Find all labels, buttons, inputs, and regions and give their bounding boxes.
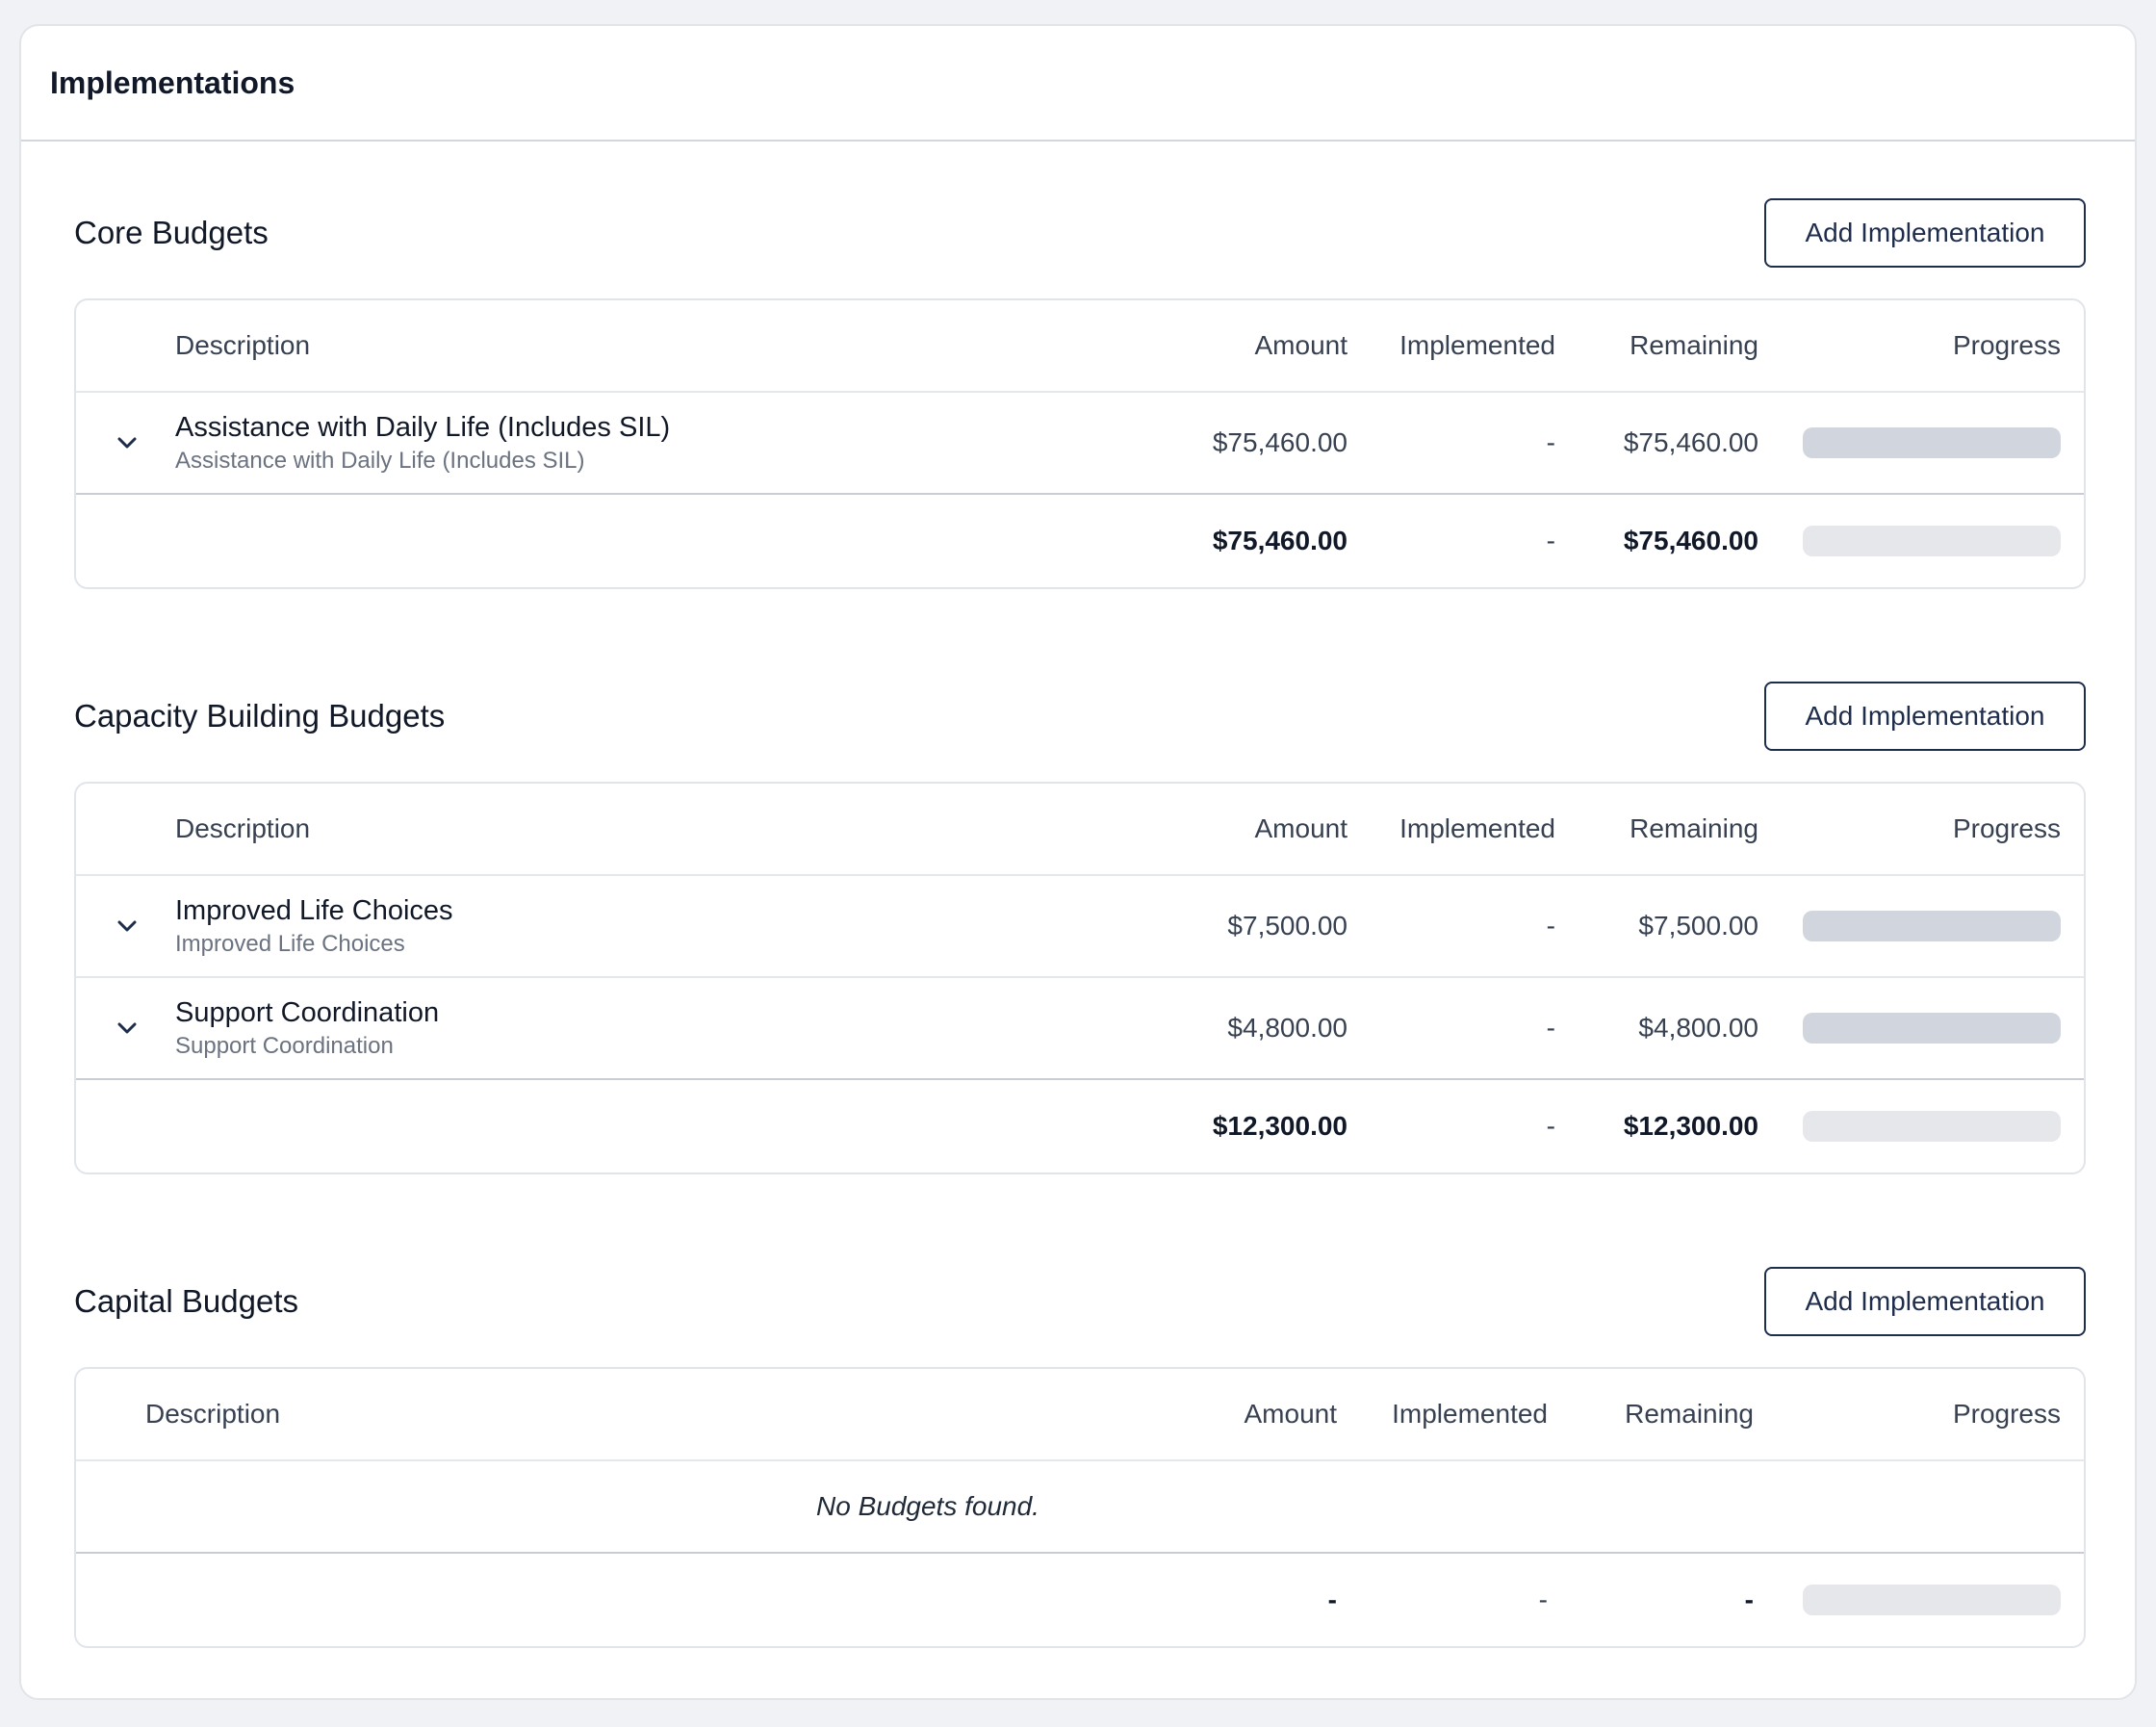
section-title: Capital Budgets (74, 1283, 298, 1319)
card-header: Implementations (21, 26, 2135, 142)
table-header: Description Amount Implemented Remaining… (76, 784, 2084, 876)
total-progress-cell (1803, 1554, 2061, 1646)
implementations-card: Implementations Core Budgets Add Impleme… (19, 24, 2137, 1700)
column-header-amount[interactable]: Amount (1255, 784, 1348, 874)
progress-bar (1803, 911, 2061, 941)
budgets-table-capacity: Description Amount Implemented Remaining… (74, 782, 2086, 1174)
row-description: Assistance with Daily Life (Includes SIL… (175, 393, 670, 493)
column-header-implemented[interactable]: Implemented (1399, 784, 1555, 874)
remaining-value: $4,800.00 (1638, 1013, 1758, 1043)
remaining-value: $7,500.00 (1638, 911, 1758, 941)
table-row[interactable]: Support Coordination Support Coordinatio… (76, 978, 2084, 1080)
chevron-down-icon[interactable] (113, 876, 141, 976)
total-amount: $12,300.00 (1212, 1111, 1348, 1141)
add-implementation-button[interactable]: Add Implementation (1764, 682, 2086, 751)
budgets-table-capital: Description Amount Implemented Remaining… (74, 1367, 2086, 1648)
progress-bar (1803, 427, 2061, 458)
total-remaining: - (1744, 1585, 1754, 1614)
budget-subtitle: Assistance with Daily Life (Includes SIL… (175, 448, 585, 474)
total-progress-cell (1803, 495, 2061, 587)
budget-subtitle: Support Coordination (175, 1033, 394, 1059)
column-header-remaining[interactable]: Remaining (1625, 1369, 1754, 1459)
add-implementation-button[interactable]: Add Implementation (1764, 198, 2086, 268)
total-progress-cell (1803, 1080, 2061, 1173)
section-title: Capacity Building Budgets (74, 698, 446, 734)
column-header-description: Description (145, 1399, 281, 1429)
implemented-value: - (1546, 1013, 1555, 1043)
total-progress-bar (1803, 526, 2061, 556)
column-header-progress: Progress (1952, 1399, 2061, 1429)
total-progress-bar (1803, 1585, 2061, 1615)
budget-name: Assistance with Daily Life (Includes SIL… (175, 412, 671, 443)
table-row[interactable]: Assistance with Daily Life (Includes SIL… (76, 393, 2084, 495)
section-header-capacity: Capacity Building Budgets Add Implementa… (74, 681, 2086, 752)
total-implemented: - (1546, 526, 1555, 555)
empty-message: No Budgets found. (816, 1491, 1040, 1521)
table-row[interactable]: Improved Life Choices Improved Life Choi… (76, 876, 2084, 978)
implemented-value: - (1546, 911, 1555, 941)
column-header-amount[interactable]: Amount (1255, 300, 1348, 391)
column-header-implemented[interactable]: Implemented (1392, 1369, 1548, 1459)
totals-row: $12,300.00 - $12,300.00 (76, 1080, 2084, 1173)
total-implemented: - (1538, 1585, 1548, 1614)
progress-cell (1803, 978, 2061, 1078)
implemented-value: - (1546, 427, 1555, 457)
total-progress-bar (1803, 1111, 2061, 1142)
column-header-progress: Progress (1952, 330, 2061, 360)
amount-value: $7,500.00 (1227, 911, 1348, 941)
add-implementation-button[interactable]: Add Implementation (1764, 1267, 2086, 1336)
chevron-down-icon[interactable] (113, 393, 141, 493)
column-header-description: Description (175, 330, 311, 360)
budget-name: Improved Life Choices (175, 895, 453, 926)
progress-bar (1803, 1013, 2061, 1044)
total-remaining: $12,300.00 (1623, 1111, 1758, 1141)
column-header-amount[interactable]: Amount (1245, 1369, 1338, 1459)
table-header: Description Amount Implemented Remaining… (76, 1369, 2084, 1461)
section-header-capital: Capital Budgets Add Implementation (74, 1266, 2086, 1337)
column-header-remaining[interactable]: Remaining (1630, 300, 1758, 391)
budget-subtitle: Improved Life Choices (175, 931, 405, 957)
column-header-implemented[interactable]: Implemented (1399, 300, 1555, 391)
total-amount: $75,460.00 (1212, 526, 1348, 555)
total-remaining: $75,460.00 (1623, 526, 1758, 555)
empty-row: No Budgets found. (76, 1461, 2084, 1554)
budget-name: Support Coordination (175, 997, 440, 1028)
total-implemented: - (1546, 1111, 1555, 1141)
table-header: Description Amount Implemented Remaining… (76, 300, 2084, 393)
column-header-progress: Progress (1952, 813, 2061, 843)
totals-row: $75,460.00 - $75,460.00 (76, 495, 2084, 587)
progress-cell (1803, 876, 2061, 976)
budgets-table-core: Description Amount Implemented Remaining… (74, 298, 2086, 589)
page-title: Implementations (50, 64, 295, 100)
section-title: Core Budgets (74, 215, 269, 250)
totals-row: - - - (76, 1554, 2084, 1646)
row-description: Support Coordination Support Coordinatio… (175, 978, 439, 1078)
column-header-description: Description (175, 813, 311, 843)
amount-value: $4,800.00 (1227, 1013, 1348, 1043)
remaining-value: $75,460.00 (1623, 427, 1758, 457)
column-header-remaining[interactable]: Remaining (1630, 784, 1758, 874)
progress-cell (1803, 393, 2061, 493)
amount-value: $75,460.00 (1212, 427, 1348, 457)
section-header-core: Core Budgets Add Implementation (74, 197, 2086, 269)
chevron-down-icon[interactable] (113, 978, 141, 1078)
row-description: Improved Life Choices Improved Life Choi… (175, 876, 453, 976)
total-amount: - (1327, 1585, 1337, 1614)
